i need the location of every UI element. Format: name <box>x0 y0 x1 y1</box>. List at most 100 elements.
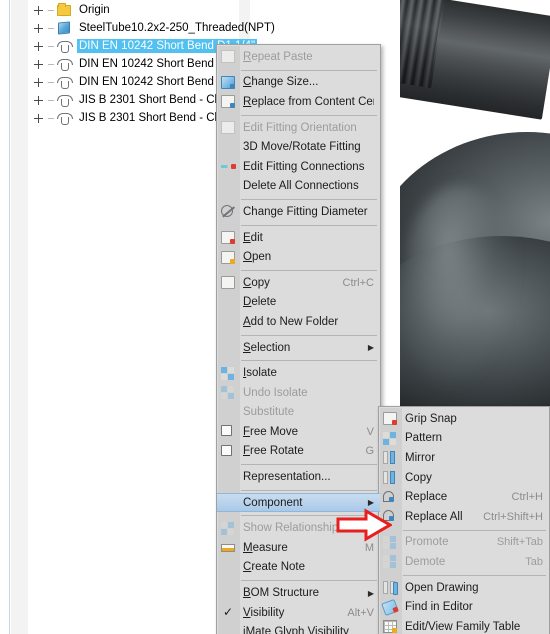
fitting-diameter-icon <box>221 205 235 218</box>
promote-icon <box>383 535 397 549</box>
expand-toggle-icon[interactable] <box>32 58 45 71</box>
menu-item-label: Delete <box>243 296 277 309</box>
free-move-icon <box>221 425 232 437</box>
tree-item[interactable]: SteelTube10.2x2-250_Threaded(NPT) <box>0 19 275 37</box>
tree-item-icon <box>56 39 73 53</box>
replace-icon <box>383 490 394 502</box>
edit-orientation-icon <box>221 121 235 135</box>
menu-item-delete[interactable]: Delete <box>217 293 380 313</box>
menu-item-visibility[interactable]: ✓ Visibility Alt+V <box>217 603 380 623</box>
menu-item-show-relationships: Show Relationships <box>217 518 380 538</box>
menu-item-edit-fitting-connections[interactable]: Edit Fitting Connections <box>217 157 380 177</box>
menu-item-label: Edit Fitting Orientation <box>243 121 357 134</box>
menu-item-shortcut: Ctrl+Shift+H <box>483 510 543 523</box>
menu-item-add-to-new-folder[interactable]: Add to New Folder <box>217 312 380 332</box>
menu-item-replace-all[interactable]: Replace All Ctrl+Shift+H <box>379 507 549 527</box>
menu-item-free-rotate[interactable]: Free Rotate G <box>217 442 380 462</box>
menu-item-open-drawing[interactable]: Open Drawing <box>379 578 549 598</box>
menu-item-icon <box>379 598 401 617</box>
tree-item[interactable]: DIN EN 10242 Short Bend D1 1/4" <box>0 55 255 73</box>
menu-item-copy[interactable]: Copy <box>379 468 549 488</box>
expand-toggle-icon[interactable] <box>32 22 45 35</box>
expand-toggle-icon[interactable] <box>32 4 45 17</box>
menu-item-grip-snap[interactable]: Grip Snap <box>379 409 549 429</box>
tree-item[interactable]: JIS B 2301 Short Bend - Class I <box>0 91 250 109</box>
browser-tree[interactable]: Origin SteelTube10.2x2-250_Threaded(NPT) D… <box>0 0 275 127</box>
menu-item-icon <box>217 312 239 331</box>
menu-item-create-note[interactable]: Create Note <box>217 558 380 578</box>
copy-icon <box>221 276 235 290</box>
menu-item-replace-from-content-center[interactable]: Replace from Content Center... <box>217 92 380 112</box>
pattern-icon <box>383 431 397 445</box>
menu-item-label: Edit/View Family Table <box>405 620 521 633</box>
menu-item-label: 3D Move/Rotate Fitting <box>243 141 361 154</box>
menu-item-icon <box>217 493 239 512</box>
menu-item-label: Replace <box>405 491 448 504</box>
expand-toggle-icon[interactable] <box>32 112 45 125</box>
menu-item-label: Copy <box>243 276 270 289</box>
menu-item-measure[interactable]: Measure M <box>217 538 380 558</box>
menu-item-isolate[interactable]: Isolate <box>217 363 380 383</box>
expand-toggle-icon[interactable] <box>32 40 45 53</box>
menu-item-pattern[interactable]: Pattern <box>379 429 549 449</box>
menu-item-label: Change Size... <box>243 76 319 89</box>
menu-item-icon <box>379 533 401 552</box>
folder-icon <box>57 3 71 16</box>
menu-item-label: Replace from Content Center... <box>243 95 374 108</box>
menu-item-component[interactable]: Component ▶ <box>217 492 380 513</box>
menu-item-label: Free Rotate <box>243 445 304 458</box>
tree-item[interactable]: Origin <box>0 1 250 19</box>
menu-item-replace[interactable]: Replace Ctrl+H <box>379 487 549 507</box>
expand-toggle-icon[interactable] <box>32 76 45 89</box>
menu-item-change-size[interactable]: Change Size... <box>217 73 380 93</box>
tree-item[interactable]: DIN EN 10242 Short Bend D1 1/4" <box>0 73 255 91</box>
menu-item-label: Undo Isolate <box>243 386 308 399</box>
menu-item-free-move[interactable]: Free Move V <box>217 422 380 442</box>
tree-item-icon <box>56 57 73 71</box>
menu-item-icon <box>217 118 239 137</box>
menu-item-label: Find in Editor <box>405 601 473 614</box>
tree-item[interactable]: JIS B 2301 Short Bend - Class I <box>0 109 250 127</box>
menu-item-label: iMate Glyph Visibility <box>243 626 349 634</box>
menu-item-label: Change Fitting Diameter <box>243 205 368 218</box>
menu-item-delete-all-connections[interactable]: Delete All Connections <box>217 177 380 197</box>
menu-item-icon <box>217 47 239 66</box>
menu-item-representation[interactable]: Representation... <box>217 467 380 487</box>
menu-item-edit-view-family-table[interactable]: Edit/View Family Table <box>379 617 549 634</box>
menu-item-bom-structure[interactable]: BOM Structure ▶ <box>217 583 380 603</box>
menu-item-label: Open Drawing <box>405 581 479 594</box>
tree-connector <box>48 27 54 29</box>
menu-item-imate-glyph-visibility[interactable]: iMate Glyph Visibility <box>217 622 380 634</box>
relationships-icon <box>221 521 235 535</box>
tree-item-icon <box>56 21 73 35</box>
menu-item-edit[interactable]: Edit <box>217 228 380 248</box>
component-submenu[interactable]: Grip Snap Pattern Mirror Copy Replace Ctrl+H R… <box>378 406 550 634</box>
menu-item-label: Isolate <box>243 367 277 380</box>
component-context-menu[interactable]: Repeat Paste Change Size... Replace from C… <box>216 44 381 634</box>
menu-item-mirror[interactable]: Mirror <box>379 448 549 468</box>
expand-toggle-icon[interactable] <box>32 94 45 107</box>
menu-item-change-fitting-diameter[interactable]: Change Fitting Diameter <box>217 202 380 222</box>
tree-item[interactable]: DIN EN 10242 Short Bend D1 1/4" <box>0 37 258 55</box>
menu-item-copy[interactable]: Copy Ctrl+C <box>217 273 380 293</box>
menu-item-selection[interactable]: Selection ▶ <box>217 338 380 358</box>
menu-item-find-in-editor[interactable]: Find in Editor <box>379 597 549 617</box>
inventor-window: Origin SteelTube10.2x2-250_Threaded(NPT) D… <box>0 0 550 634</box>
family-table-icon <box>383 620 397 634</box>
menu-item-icon <box>217 468 239 487</box>
menu-item-open[interactable]: Open <box>217 247 380 267</box>
menu-item-icon <box>217 584 239 603</box>
open-drawing-icon <box>383 581 398 596</box>
menu-item-icon <box>379 409 401 428</box>
menu-item-icon <box>217 177 239 196</box>
menu-item-label: Measure <box>243 541 288 554</box>
menu-item-label: Mirror <box>405 451 436 464</box>
menu-item-label: BOM Structure <box>243 587 320 600</box>
find-editor-icon <box>381 598 399 616</box>
menu-item-label: Promote <box>405 536 449 549</box>
demote-icon <box>383 555 397 569</box>
menu-item-icon <box>379 617 401 634</box>
tree-item-icon <box>56 75 73 89</box>
menu-item-label: Demote <box>405 555 446 568</box>
menu-item-3d-move-rotate-fitting[interactable]: 3D Move/Rotate Fitting <box>217 137 380 157</box>
